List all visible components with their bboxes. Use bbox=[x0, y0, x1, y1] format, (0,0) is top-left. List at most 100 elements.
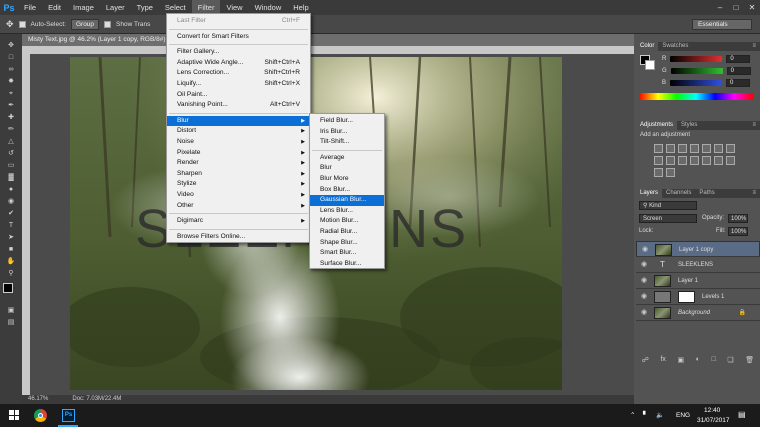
move-tool-icon[interactable]: ✥ bbox=[4, 40, 18, 51]
channel-slider[interactable] bbox=[670, 55, 723, 62]
threshold-icon[interactable] bbox=[726, 156, 735, 165]
screen-mode-icon[interactable]: ▤ bbox=[4, 317, 18, 328]
channel-mixer-icon[interactable] bbox=[678, 156, 687, 165]
type-tool-icon[interactable]: T bbox=[4, 220, 18, 231]
tab-layers[interactable]: Layers bbox=[636, 189, 663, 198]
blur-item-iris-blur[interactable]: Iris Blur... bbox=[310, 127, 384, 138]
menu-type[interactable]: Type bbox=[131, 0, 159, 15]
chrome-taskbar-icon[interactable] bbox=[34, 409, 47, 422]
filter-item-browse-filters-online[interactable]: Browse Filters Online... bbox=[167, 232, 310, 243]
vibrance-icon[interactable] bbox=[702, 144, 711, 153]
blur-item-box-blur[interactable]: Box Blur... bbox=[310, 185, 384, 196]
auto-select-target-dropdown[interactable]: Group bbox=[70, 18, 100, 30]
add-mask-icon[interactable]: ▣ bbox=[678, 356, 685, 366]
blur-item-blur[interactable]: Blur bbox=[310, 163, 384, 174]
filter-item-oil-paint[interactable]: Oil Paint... bbox=[167, 90, 310, 101]
menu-edit[interactable]: Edit bbox=[42, 0, 67, 15]
levels-icon[interactable] bbox=[666, 144, 675, 153]
filter-item-lens-correction[interactable]: Lens Correction... Shift+Ctrl+R bbox=[167, 68, 310, 79]
color-spectrum[interactable] bbox=[639, 93, 753, 100]
channel-slider[interactable] bbox=[670, 79, 723, 86]
tab-swatches[interactable]: Swatches bbox=[658, 42, 692, 51]
photo-filter-icon[interactable] bbox=[666, 156, 675, 165]
blur-item-blur-more[interactable]: Blur More bbox=[310, 174, 384, 185]
menu-file[interactable]: File bbox=[18, 0, 42, 15]
link-layers-icon[interactable]: ☍ bbox=[642, 356, 649, 366]
tab-styles[interactable]: Styles bbox=[677, 121, 701, 130]
show-transform-checkbox[interactable] bbox=[104, 20, 112, 28]
foreground-color-swatch[interactable] bbox=[3, 283, 13, 293]
blur-item-average[interactable]: Average bbox=[310, 153, 384, 164]
document-tab[interactable]: Misty Text.jpg @ 46.2% (Layer 1 copy, RG… bbox=[22, 34, 634, 46]
new-adjustment-icon[interactable]: ◐ bbox=[696, 356, 700, 366]
maximize-icon[interactable]: □ bbox=[728, 0, 744, 15]
pen-tool-icon[interactable]: ✔ bbox=[4, 208, 18, 219]
clock-date[interactable]: 31/07/2017 bbox=[697, 417, 730, 424]
filter-item-noise[interactable]: Noise ▶ bbox=[167, 137, 310, 148]
filter-item-stylize[interactable]: Stylize ▶ bbox=[167, 179, 310, 190]
layer-row[interactable]: ◉ Layer 1 copy bbox=[636, 241, 760, 257]
filter-item-sharpen[interactable]: Sharpen ▶ bbox=[167, 169, 310, 180]
layer-style-icon[interactable]: fx bbox=[660, 356, 665, 366]
filter-item-vanishing-point[interactable]: Vanishing Point... Alt+Ctrl+V bbox=[167, 100, 310, 111]
filter-item-pixelate[interactable]: Pixelate ▶ bbox=[167, 148, 310, 159]
menu-image[interactable]: Image bbox=[67, 0, 100, 15]
layer-mask-thumbnail[interactable] bbox=[678, 291, 695, 303]
color-background-swatch[interactable] bbox=[645, 60, 655, 70]
filter-item-video[interactable]: Video ▶ bbox=[167, 190, 310, 201]
minimize-icon[interactable]: – bbox=[712, 0, 728, 15]
workspace-dropdown[interactable]: Essentials bbox=[692, 19, 752, 30]
blur-item-motion-blur[interactable]: Motion Blur... bbox=[310, 216, 384, 227]
tab-color[interactable]: Color bbox=[636, 42, 659, 51]
stamp-tool-icon[interactable]: △ bbox=[4, 136, 18, 147]
bw-icon[interactable] bbox=[654, 156, 663, 165]
new-layer-icon[interactable]: ❏ bbox=[727, 356, 733, 366]
language-indicator[interactable]: ENG bbox=[676, 412, 690, 419]
blur-item-radial-blur[interactable]: Radial Blur... bbox=[310, 227, 384, 238]
eraser-tool-icon[interactable]: ▭ bbox=[4, 160, 18, 171]
channel-value-field[interactable]: 0 bbox=[726, 66, 751, 75]
blend-mode-dropdown[interactable]: Screen bbox=[639, 214, 697, 223]
blur-tool-icon[interactable]: ● bbox=[4, 184, 18, 195]
color-swatches[interactable] bbox=[0, 283, 22, 305]
delete-layer-icon[interactable]: 🗑 bbox=[745, 356, 754, 366]
zoom-tool-icon[interactable]: ⚲ bbox=[4, 268, 18, 279]
zoom-level[interactable]: 46.17% bbox=[28, 395, 48, 404]
menu-layer[interactable]: Layer bbox=[100, 0, 131, 15]
filter-item-adaptive-wide-angle[interactable]: Adaptive Wide Angle... Shift+Ctrl+A bbox=[167, 58, 310, 69]
layer-row[interactable]: ◉ Layer 1 bbox=[636, 273, 760, 289]
blur-item-tilt-shift[interactable]: Tilt-Shift... bbox=[310, 137, 384, 148]
action-center-icon[interactable]: ▤ bbox=[738, 410, 746, 419]
gradient-map-icon[interactable] bbox=[666, 168, 675, 177]
fill-field[interactable]: 100% bbox=[728, 227, 748, 236]
filter-item-convert-for-smart-filters[interactable]: Convert for Smart Filters bbox=[167, 32, 310, 43]
channel-value-field[interactable]: 0 bbox=[726, 54, 751, 63]
tab-paths[interactable]: Paths bbox=[695, 189, 718, 198]
curves-icon[interactable] bbox=[678, 144, 687, 153]
hue-sat-icon[interactable] bbox=[714, 144, 723, 153]
layer-filter-dropdown[interactable]: ⚲ Kind bbox=[639, 201, 697, 210]
blur-item-lens-blur[interactable]: Lens Blur... bbox=[310, 206, 384, 217]
filter-item-filter-gallery[interactable]: Filter Gallery... bbox=[167, 47, 310, 58]
blur-item-smart-blur[interactable]: Smart Blur... bbox=[310, 248, 384, 259]
tray-chevron-icon[interactable]: ⌃ bbox=[630, 411, 635, 419]
panel-menu-icon[interactable]: ≡ bbox=[748, 121, 760, 130]
brush-tool-icon[interactable]: ✏ bbox=[4, 124, 18, 135]
new-group-icon[interactable]: □ bbox=[712, 356, 716, 366]
invert-icon[interactable] bbox=[702, 156, 711, 165]
lasso-tool-icon[interactable]: ∞ bbox=[4, 64, 18, 75]
color-balance-icon[interactable] bbox=[726, 144, 735, 153]
dodge-tool-icon[interactable]: ◉ bbox=[4, 196, 18, 207]
history-brush-icon[interactable]: ↺ bbox=[4, 148, 18, 159]
selective-color-icon[interactable] bbox=[654, 168, 663, 177]
layer-row[interactable]: ◉ Levels 1 bbox=[636, 289, 760, 305]
filter-item-digimarc[interactable]: Digimarc ▶ bbox=[167, 216, 310, 227]
posterize-icon[interactable] bbox=[714, 156, 723, 165]
blur-item-shape-blur[interactable]: Shape Blur... bbox=[310, 238, 384, 249]
filter-item-liquify[interactable]: Liquify... Shift+Ctrl+X bbox=[167, 79, 310, 90]
channel-value-field[interactable]: 0 bbox=[726, 78, 751, 87]
opacity-field[interactable]: 100% bbox=[728, 214, 748, 223]
visibility-eye-icon[interactable]: ◉ bbox=[639, 273, 649, 289]
marquee-tool-icon[interactable]: □ bbox=[4, 52, 18, 63]
visibility-eye-icon[interactable]: ◉ bbox=[639, 257, 649, 273]
